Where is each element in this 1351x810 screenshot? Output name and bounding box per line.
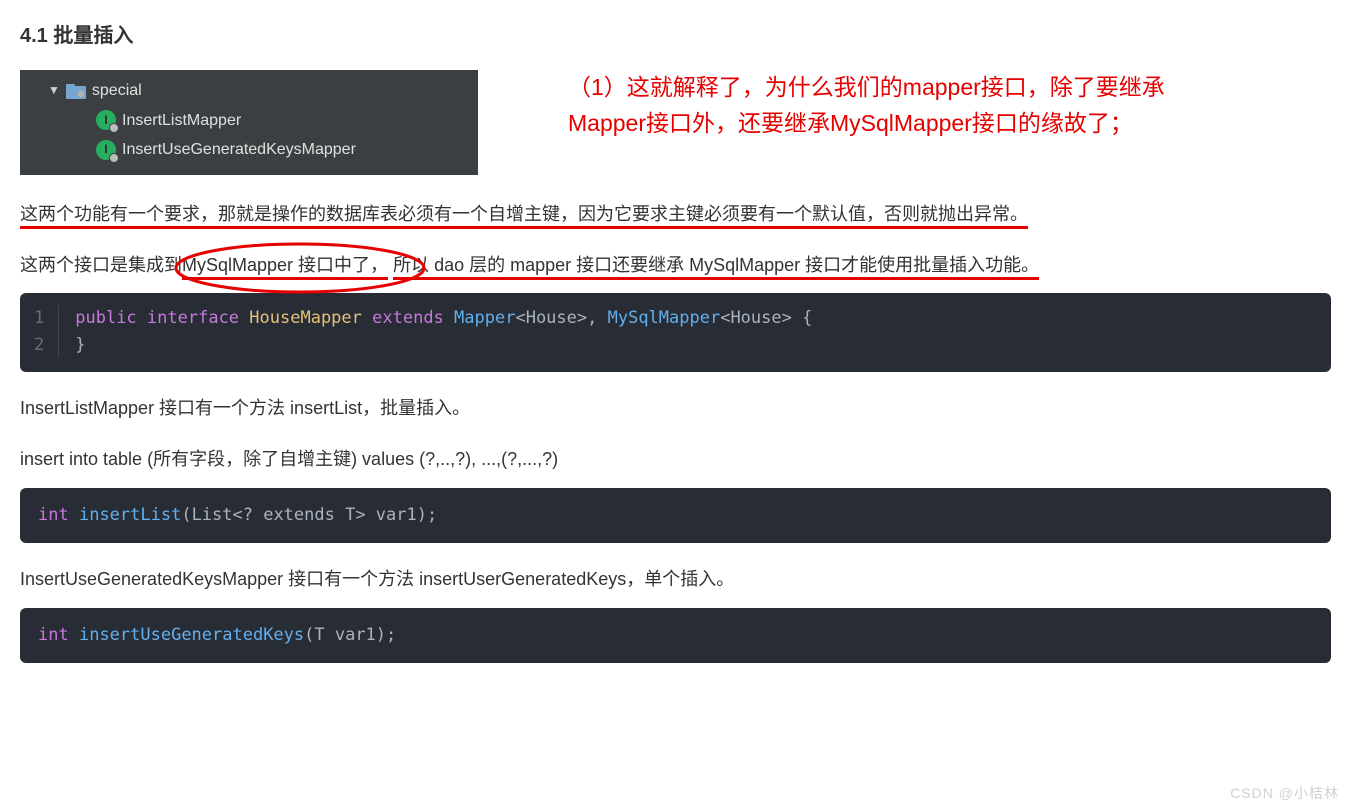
top-row: ▼ special I InsertListMapper I InsertUse…	[20, 70, 1331, 175]
chevron-down-icon: ▼	[48, 81, 60, 100]
code-content[interactable]: public interface HouseMapper extends Map…	[59, 305, 1331, 358]
line-number: 2	[34, 332, 44, 358]
annotation-line-1: （1）这就解释了，为什么我们的mapper接口，除了要继承	[568, 70, 1165, 106]
section-heading: 4.1 批量插入	[20, 20, 1331, 52]
annotation-text: （1）这就解释了，为什么我们的mapper接口，除了要继承 Mapper接口外，…	[568, 70, 1165, 141]
code-block-housemapper: 1 2 public interface HouseMapper extends…	[20, 293, 1331, 372]
interface-icon: I	[96, 110, 116, 130]
tree-item-label: InsertUseGeneratedKeysMapper	[122, 137, 356, 163]
paragraph-4: insert into table (所有字段，除了自增主键) values (…	[20, 445, 1331, 474]
annotation-line-2: Mapper接口外，还要继承MySqlMapper接口的缘故了；	[568, 106, 1165, 142]
line-number: 1	[34, 305, 44, 331]
para2-pre: 这两个接口是集成到	[20, 255, 182, 275]
para2-post: 所以 dao 层的 mapper 接口还要继承 MySqlMapper 接口才能…	[393, 255, 1039, 280]
para2-circled-text: MySqlMapper 接口中了，	[182, 255, 388, 280]
paragraph-1: 这两个功能有一个要求，那就是操作的数据库表必须有一个自增主键，因为它要求主键必须…	[20, 200, 1331, 229]
paragraph-3: InsertListMapper 接口有一个方法 insertList，批量插入…	[20, 394, 1331, 423]
folder-icon	[66, 83, 86, 99]
code-block-insertusegeneratedkeys[interactable]: int insertUseGeneratedKeys(T var1);	[20, 608, 1331, 663]
paragraph-5: InsertUseGeneratedKeysMapper 接口有一个方法 ins…	[20, 565, 1331, 594]
folder-label: special	[92, 78, 142, 104]
tree-item-label: InsertListMapper	[122, 108, 241, 134]
ide-tree-panel: ▼ special I InsertListMapper I InsertUse…	[20, 70, 478, 175]
paragraph-2: 这两个接口是集成到 MySqlMapper 接口中了， 所以 dao 层的 ma…	[20, 251, 1331, 280]
interface-icon: I	[96, 140, 116, 160]
tree-item[interactable]: I InsertListMapper	[28, 106, 470, 136]
code-block-insertlist[interactable]: int insertList(List<? extends T> var1);	[20, 488, 1331, 543]
underlined-text: 这两个功能有一个要求，那就是操作的数据库表必须有一个自增主键，因为它要求主键必须…	[20, 204, 1028, 229]
code-gutter: 1 2	[20, 305, 59, 358]
circled-text: MySqlMapper 接口中了，	[182, 251, 388, 280]
watermark: CSDN @小桔林	[1230, 782, 1339, 804]
tree-item[interactable]: I InsertUseGeneratedKeysMapper	[28, 135, 470, 165]
tree-folder-row[interactable]: ▼ special	[28, 76, 470, 106]
